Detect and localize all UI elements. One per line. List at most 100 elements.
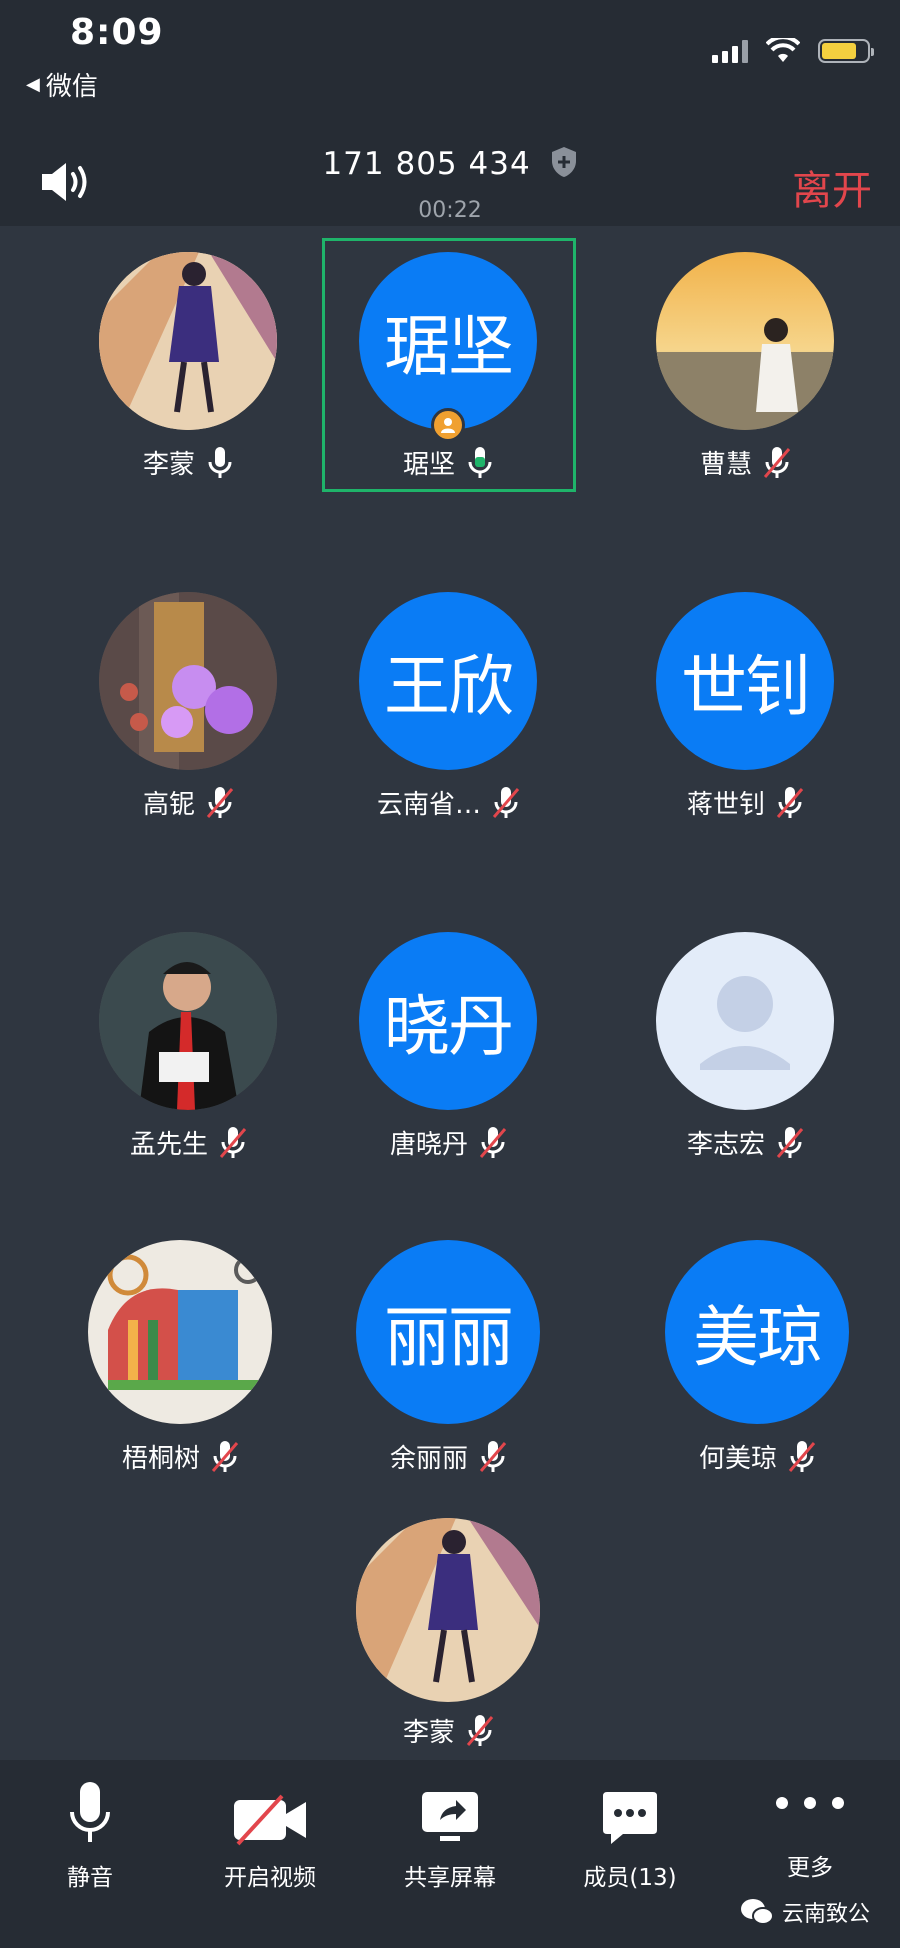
avatar (99, 592, 277, 770)
participant-name-row: 何美琼 (627, 1438, 887, 1475)
host-badge-icon (431, 408, 465, 442)
video-off-icon (234, 1794, 306, 1846)
meeting-toolbar: 静音 开启视频 共享屏幕 成员(13) 更多 云南致公 (0, 1760, 900, 1948)
more-label: 更多 (787, 1855, 833, 1881)
meeting-id-text: 171 805 434 (322, 146, 531, 182)
share-screen-label: 共享屏幕 (404, 1865, 496, 1891)
avatar-initials: 琚坚 (384, 308, 514, 385)
microphone-muted-icon (789, 1440, 815, 1472)
avatar-initials: 王欣 (384, 648, 514, 725)
share-screen-button[interactable]: 共享屏幕 (360, 1760, 540, 1892)
avatar (656, 252, 834, 430)
participant-tile[interactable]: 李蒙 (318, 1518, 578, 1749)
microphone-muted-icon (212, 1440, 238, 1472)
microphone-icon (208, 446, 232, 478)
meeting-id: 171 805 434 (0, 146, 900, 182)
avatar: 王欣 (359, 592, 537, 770)
participant-name-row: 李志宏 (615, 1124, 875, 1161)
members-label: 成员(13) (583, 1865, 677, 1891)
participant-name: 李蒙 (402, 1718, 455, 1748)
microphone-muted-icon (777, 1126, 803, 1158)
microphone-active-icon (468, 446, 492, 478)
participant-name-row: 云南省… (318, 784, 578, 821)
participant-name-row: 孟先生 (58, 1124, 318, 1161)
shield-icon (551, 147, 576, 177)
participant-name: 唐晓丹 (389, 1130, 468, 1160)
avatar (88, 1240, 272, 1424)
members-button[interactable]: 成员(13) (540, 1760, 720, 1892)
participant-tile[interactable]: 琚坚 琚坚 (318, 252, 578, 481)
participant-name: 云南省… (376, 790, 481, 820)
avatar (99, 252, 277, 430)
back-arrow-icon: ◀ (26, 74, 40, 95)
participant-name-row: 唐晓丹 (318, 1124, 578, 1161)
more-button[interactable]: 更多 (720, 1760, 900, 1882)
back-app-label: 微信 (45, 72, 98, 102)
mute-button[interactable]: 静音 (0, 1760, 180, 1892)
participant-tile[interactable]: 王欣 云南省… (318, 592, 578, 821)
avatar-initials: 丽丽 (384, 1299, 514, 1376)
watermark-text: 云南致公 (781, 1902, 870, 1927)
participant-name-row: 曹慧 (615, 444, 875, 481)
avatar-initials: 美琼 (693, 1299, 823, 1376)
start-video-button[interactable]: 开启视频 (180, 1760, 360, 1892)
meeting-timer: 00:22 (418, 198, 482, 223)
microphone-muted-icon (467, 1714, 493, 1746)
participant-name: 何美琼 (698, 1444, 777, 1474)
share-screen-icon (422, 1792, 478, 1841)
participant-name-row: 琚坚 (318, 444, 578, 481)
microphone-muted-icon (207, 786, 233, 818)
participant-tile[interactable]: 李蒙 (58, 252, 318, 481)
participant-tile[interactable]: 世钊 蒋世钊 (615, 592, 875, 821)
participant-name-row: 高铌 (58, 784, 318, 821)
microphone-muted-icon (777, 786, 803, 818)
participant-name-row: 蒋世钊 (615, 784, 875, 821)
participant-name: 李蒙 (142, 450, 195, 480)
status-icons (712, 38, 874, 64)
avatar: 美琼 (665, 1240, 849, 1424)
participant-tile[interactable]: 曹慧 (615, 252, 875, 481)
mute-label: 静音 (67, 1865, 113, 1891)
participant-name-row: 李蒙 (58, 444, 318, 481)
microphone-muted-icon (480, 1126, 506, 1158)
participant-name: 梧桐树 (121, 1444, 200, 1474)
microphone-muted-icon (220, 1126, 246, 1158)
watermark: 云南致公 (740, 1896, 870, 1928)
battery-icon (818, 39, 874, 63)
microphone-muted-icon (480, 1440, 506, 1472)
participant-tile[interactable]: 孟先生 (58, 932, 318, 1161)
avatar (356, 1518, 540, 1702)
participant-tile[interactable]: 梧桐树 (50, 1240, 310, 1475)
participant-name-row: 梧桐树 (50, 1438, 310, 1475)
participant-tile[interactable]: 李志宏 (615, 932, 875, 1161)
back-to-app[interactable]: ◀ 微信 (26, 66, 98, 103)
participant-tile[interactable]: 晓丹 唐晓丹 (318, 932, 578, 1161)
participant-name: 高铌 (142, 790, 195, 820)
default-avatar-icon (656, 932, 834, 1110)
participant-name: 孟先生 (129, 1130, 208, 1160)
participant-name-row: 李蒙 (318, 1712, 578, 1749)
status-time: 8:09 (70, 12, 164, 53)
avatar (99, 932, 277, 1110)
avatar: 晓丹 (359, 932, 537, 1110)
avatar-initials: 晓丹 (384, 988, 514, 1065)
participant-name: 曹慧 (699, 450, 752, 480)
avatar: 琚坚 (359, 252, 537, 442)
participant-tile[interactable]: 丽丽 余丽丽 (318, 1240, 578, 1475)
avatar: 丽丽 (356, 1240, 540, 1424)
participant-tile[interactable]: 高铌 (58, 592, 318, 821)
participant-name: 余丽丽 (389, 1444, 468, 1474)
microphone-icon (70, 1782, 110, 1842)
participant-name: 琚坚 (402, 450, 455, 480)
microphone-muted-icon (764, 446, 790, 478)
participant-name: 蒋世钊 (686, 790, 765, 820)
wifi-icon (766, 38, 800, 62)
top-bar: 8:09 ◀ 微信 171 805 434 00:22 离开 (0, 0, 900, 226)
microphone-muted-icon (493, 786, 519, 818)
leave-button[interactable]: 离开 (792, 158, 872, 216)
participant-tile[interactable]: 美琼 何美琼 (627, 1240, 887, 1475)
participant-name: 李志宏 (686, 1130, 765, 1160)
chat-bubble-icon (603, 1792, 657, 1844)
cellular-signal-icon (712, 39, 748, 63)
avatar: 世钊 (656, 592, 834, 770)
